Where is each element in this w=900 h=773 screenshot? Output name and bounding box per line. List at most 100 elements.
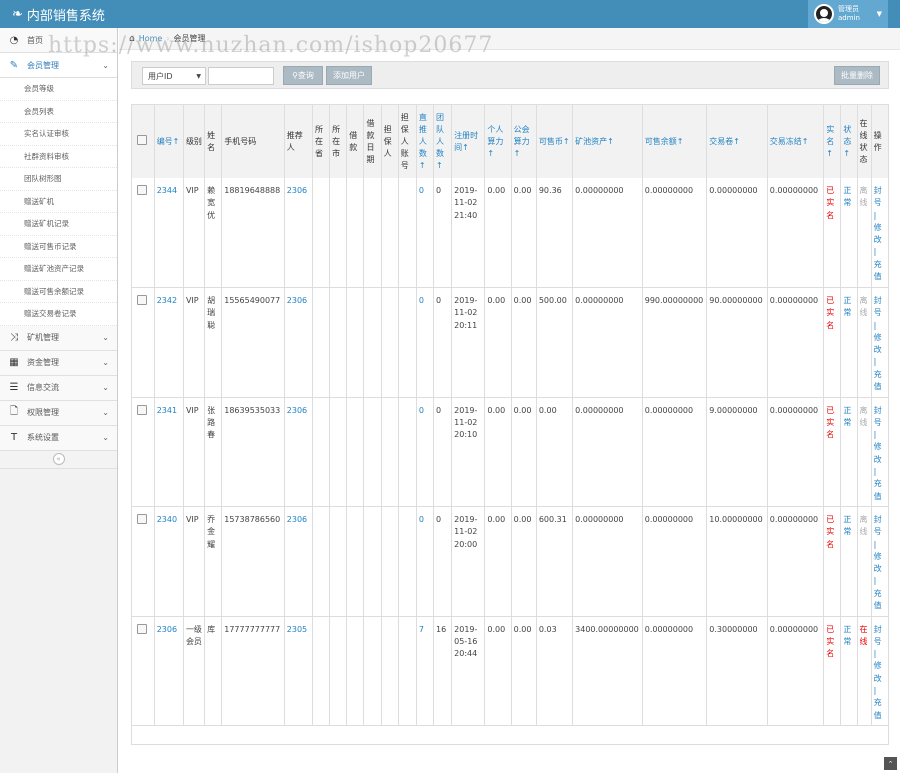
list-icon: ☰ xyxy=(9,382,19,393)
avatar xyxy=(814,4,834,24)
cell-direct[interactable]: 0 xyxy=(416,397,435,507)
action-link[interactable]: 充值 xyxy=(874,588,886,613)
sidebar-subitem[interactable]: 赠送交易卷记录 xyxy=(0,303,117,326)
column-header[interactable]: 可售余额↑ xyxy=(642,105,708,178)
column-header[interactable]: 个人算力↑ xyxy=(484,105,512,178)
cell-direct[interactable]: 7 xyxy=(416,616,435,726)
sidebar-subitem[interactable]: 会员等级 xyxy=(0,78,117,101)
search-button[interactable]: ⚲ 查询 xyxy=(283,66,323,85)
column-header[interactable]: 实名↑ xyxy=(823,105,842,178)
column-header[interactable]: 矿池资产↑ xyxy=(572,105,643,178)
sidebar-subitem[interactable]: 赠送可售币记录 xyxy=(0,235,117,258)
cell-name: 张路春 xyxy=(204,397,223,507)
action-link[interactable]: 修改 xyxy=(874,332,886,357)
sidebar-subitem[interactable]: 实名认证审核 xyxy=(0,123,117,146)
cell-referrer[interactable]: 2306 xyxy=(284,506,314,616)
sidebar-item[interactable]: 🗋 权限管理 ⌄ xyxy=(0,400,117,426)
sidebar-subitem[interactable]: 赠送矿机记录 xyxy=(0,213,117,236)
sidebar-subitem[interactable]: 赠送可售余额记录 xyxy=(0,280,117,303)
chevron-down-icon: ⌄ xyxy=(102,333,109,342)
breadcrumb-home[interactable]: Home xyxy=(139,34,163,43)
table-row: 2306 一级会员库 17777777777 2305 7 16 2019-05-16 20… xyxy=(132,616,888,726)
column-header[interactable]: 公会算力↑ xyxy=(511,105,537,178)
add-user-button[interactable]: 添加用户 xyxy=(326,66,372,85)
batch-delete-button[interactable]: 批量删除 xyxy=(834,66,880,85)
action-link[interactable]: 充值 xyxy=(874,478,886,503)
user-menu[interactable]: 管理员 admin ▼ xyxy=(808,0,888,28)
brand[interactable]: ❧ 内部销售系统 xyxy=(12,5,105,24)
cell-pool: 0.00000000 xyxy=(572,506,643,616)
column-header[interactable]: 交易卷↑ xyxy=(706,105,768,178)
sidebar-item-home[interactable]: ◔ 首页 xyxy=(0,28,117,53)
action-link[interactable]: 修改 xyxy=(874,551,886,576)
member-table: 编号↑ 级别 姓名 手机号码 推荐人 所在省 所在市 借款 借款日期 担保人 担保人账号 直推人数↑ 团… xyxy=(132,105,888,726)
select-all-checkbox[interactable] xyxy=(137,134,147,145)
sidebar-subitem[interactable]: 赠送矿池资产记录 xyxy=(0,258,117,281)
row-checkbox[interactable] xyxy=(137,404,147,415)
leaf-icon: ❧ xyxy=(12,7,23,22)
cell-coin: 0.03 xyxy=(536,616,574,726)
column-header[interactable]: 团队人数↑ xyxy=(433,105,453,178)
table-row: 2340 VIP 乔金耀 15738786560 2306 0 0 2019-11-02 20… xyxy=(132,506,888,616)
cell-id[interactable]: 2341 xyxy=(154,397,184,507)
cell-direct[interactable]: 0 xyxy=(416,506,435,616)
column-header: 操作 xyxy=(871,105,888,178)
cell-referrer[interactable]: 2306 xyxy=(284,397,314,507)
scroll-top-button[interactable]: ⌃ xyxy=(884,757,897,770)
row-select-cell xyxy=(132,616,155,726)
column-header[interactable]: 可售币↑ xyxy=(536,105,574,178)
action-link[interactable]: 修改 xyxy=(874,660,886,685)
text-icon: T xyxy=(10,432,18,443)
sidebar-collapse[interactable]: « xyxy=(0,450,117,469)
sidebar-subitem[interactable]: 赠送矿机 xyxy=(0,190,117,213)
action-link[interactable]: 封号 xyxy=(874,185,886,210)
sidebar-item[interactable]: ▦ 资金管理 ⌄ xyxy=(0,350,117,376)
row-checkbox[interactable] xyxy=(137,185,147,195)
action-separator: | xyxy=(873,466,877,476)
action-link[interactable]: 封号 xyxy=(874,405,886,430)
column-header[interactable]: 交易冻结↑ xyxy=(767,105,825,178)
cell-guild: 0.00 xyxy=(511,397,537,507)
action-separator: | xyxy=(873,649,877,659)
cell-id[interactable]: 2342 xyxy=(154,287,184,397)
sidebar-subitem[interactable]: 团队树形图 xyxy=(0,168,117,191)
action-link[interactable]: 充值 xyxy=(874,697,886,722)
sidebar-item[interactable]: ⤨ 矿机管理 ⌄ xyxy=(0,325,117,351)
column-header[interactable]: 直推人数↑ xyxy=(416,105,435,178)
sidebar-item[interactable]: T 系统设置 ⌄ xyxy=(0,425,117,451)
cell-direct[interactable]: 0 xyxy=(416,287,435,397)
cell-referrer[interactable]: 2306 xyxy=(284,178,314,288)
cell-id[interactable]: 2306 xyxy=(154,616,184,726)
search-input[interactable] xyxy=(208,67,274,85)
action-link[interactable]: 封号 xyxy=(874,624,886,649)
sidebar-item-members[interactable]: ✎ 会员管理 ⌄ xyxy=(0,53,117,78)
cell-level: VIP xyxy=(183,506,206,616)
cell-id[interactable]: 2344 xyxy=(154,178,184,288)
cell-referrer[interactable]: 2306 xyxy=(284,287,314,397)
breadcrumb-separator: › xyxy=(166,34,170,43)
row-checkbox[interactable] xyxy=(137,295,147,305)
cell-referrer[interactable]: 2305 xyxy=(284,616,314,726)
cell-city xyxy=(329,287,348,397)
action-link[interactable]: 充值 xyxy=(874,259,886,284)
row-checkbox[interactable] xyxy=(137,514,147,524)
sidebar-item[interactable]: ☰ 信息交流 ⌄ xyxy=(0,375,117,401)
action-link[interactable]: 封号 xyxy=(874,514,886,539)
dashboard-icon: ◔ xyxy=(9,34,19,46)
search-field-select[interactable]: 用户ID ▼ xyxy=(142,67,206,85)
sidebar-subitem[interactable]: 会员列表 xyxy=(0,100,117,123)
sidebar-subitem[interactable]: 社群资料审核 xyxy=(0,145,117,168)
action-link[interactable]: 充值 xyxy=(874,369,886,394)
cell-realname: 已实名 xyxy=(823,287,842,397)
action-separator: | xyxy=(873,685,877,695)
column-header[interactable]: 状态↑ xyxy=(840,105,858,178)
row-checkbox[interactable] xyxy=(137,623,147,634)
action-link[interactable]: 封号 xyxy=(874,295,886,320)
column-header[interactable]: 编号↑ xyxy=(154,105,184,178)
column-header[interactable]: 注册时间↑ xyxy=(451,105,486,178)
cell-id[interactable]: 2340 xyxy=(154,506,184,616)
action-link[interactable]: 修改 xyxy=(874,441,886,466)
cell-direct[interactable]: 0 xyxy=(416,178,435,288)
action-link[interactable]: 修改 xyxy=(874,222,886,247)
column-header: 借款 xyxy=(346,105,365,178)
